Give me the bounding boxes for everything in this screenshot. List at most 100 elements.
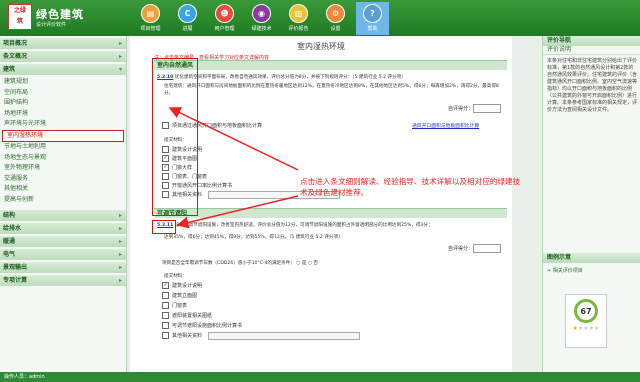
score-badge: 67	[574, 299, 598, 323]
checkbox-icon	[162, 292, 169, 299]
status-bar: 操作人员：admin	[0, 372, 640, 382]
chevron-icon: ▸	[118, 225, 122, 232]
clause-text: 5.2.10 优化建筑空间和平面布局，改善自然通风效果，评价总分值为8分，并按下…	[157, 74, 497, 81]
file-upload-field[interactable]	[208, 332, 360, 340]
section-natural-ventilation: 室内自然通风	[154, 60, 507, 70]
sidebar-group[interactable]: 给排水 ▸	[0, 223, 126, 234]
score-input[interactable]	[473, 244, 502, 253]
file-checkbox[interactable]: 建筑立面图	[162, 292, 197, 299]
nav-settings[interactable]: ⚙ 设置	[319, 2, 352, 35]
right-panel: 评价导航 评价说明 本条对住宅和非住宅建筑分别给出了评价标准，第1款的自然通风设…	[542, 36, 640, 372]
folder-icon: ▤	[141, 4, 160, 23]
clause-text-2: 住宅建筑：通风开口面积与房间地板面积的比例在夏热冬暖地区达到12%，在夏热冬冷地…	[164, 84, 499, 96]
score-field: 自评得分：	[448, 104, 502, 113]
sidebar-item[interactable]: 建筑规划	[0, 77, 126, 88]
checkbox-icon	[162, 322, 169, 329]
score-field: 自评得分：	[448, 244, 502, 253]
file-checkbox[interactable]: 遮阳装置相关图纸	[162, 312, 212, 319]
group-label: 专项计算	[3, 277, 28, 284]
top-nav: ▤ 项目管理 C 进展 ☻ 用户管理 ◉ 绿建技术 ▥ 评价报告 ⚙ 设置 ? 帮助	[134, 2, 393, 35]
sidebar-group[interactable]: 结构 ▸	[0, 210, 126, 221]
radio-no[interactable]: ○ 否	[308, 261, 318, 266]
checkbox-label: 遮阳装置相关图纸	[172, 313, 213, 319]
checkbox-icon: ✓	[162, 282, 169, 289]
radio-no-label: 否	[313, 261, 319, 266]
app-title: 绿色建筑	[36, 8, 84, 21]
radio-yes-label: 是	[301, 261, 307, 266]
nav-users[interactable]: ☻ 用户管理	[208, 2, 241, 35]
chevron-icon: ▸	[118, 251, 122, 258]
checkbox-label: 其他相关资料	[172, 333, 203, 339]
star-rating: ★★★★★	[572, 325, 600, 332]
group-label: 项目概况	[3, 40, 28, 47]
clause-desc: 设置可调节遮阳设施，改善室内热舒适，评价总分值为12分，可调节遮阳设施的面积占外…	[174, 223, 433, 228]
checkbox-icon	[162, 302, 169, 309]
sidebar-item[interactable]: 声环境与光环境	[0, 119, 126, 130]
chevron-icon: ▸	[118, 264, 122, 271]
sidebar-item[interactable]: 场地生态与景观	[0, 153, 126, 164]
group-label: 结构	[3, 212, 16, 219]
group-label: 给排水	[3, 225, 22, 232]
section-adjustable-shading: 可调节遮阳	[154, 208, 507, 218]
group-label: 暖通	[3, 238, 16, 245]
sidebar-group[interactable]: 暖通 ▸	[0, 236, 126, 247]
nav-progress[interactable]: C 进展	[171, 2, 204, 35]
cdd-label: 项目是否全年需调节日数（CDD26）值小于10°C·d的满足条件：	[162, 261, 295, 266]
nav-label: 评价报告	[288, 26, 309, 32]
sidebar-item[interactable]: 提高与创新	[0, 195, 126, 206]
nav-report[interactable]: ▥ 评价报告	[282, 2, 315, 35]
page-title: 室内湿热环境	[297, 42, 345, 51]
leaf-icon: ❧	[547, 268, 552, 274]
sidebar-group-clauses[interactable]: 条文概况 ▸	[0, 51, 126, 62]
panel-header: 评价导航	[543, 36, 640, 46]
radio-yes[interactable]: ○ 是	[296, 261, 306, 266]
chevron-icon: ▸	[118, 212, 122, 219]
sidebar-group-overview[interactable]: 项目概况 ▸	[0, 38, 126, 49]
chevron-icon: ▸	[118, 53, 122, 60]
nav-project[interactable]: ▤ 项目管理	[134, 2, 167, 35]
files-label: 提交材料：	[164, 274, 187, 279]
sidebar-group-architecture[interactable]: 建筑 ▾	[0, 64, 126, 75]
checkbox-label: 建筑立面图	[172, 293, 198, 299]
file-checkbox[interactable]: 可调节遮阳设施面积比例计算书	[162, 322, 242, 329]
sidebar-item[interactable]: 交通服务	[0, 174, 126, 185]
group-label: 条文概况	[3, 53, 28, 60]
sidebar-item[interactable]: 围护结构	[0, 98, 126, 109]
sidebar-group[interactable]: 景观输出 ▸	[0, 262, 126, 273]
sidebar-group[interactable]: 电气 ▸	[0, 249, 126, 260]
chevron-down-icon: ▾	[118, 66, 122, 73]
legend-item[interactable]: ❧ 相关评价项目	[543, 263, 640, 278]
group-label: 建筑	[3, 66, 16, 73]
nav-help[interactable]: ? 帮助	[356, 2, 389, 35]
sidebar-item-active[interactable]: 室内湿热环境	[2, 129, 124, 142]
sidebar-item[interactable]: 场地环境	[0, 109, 126, 120]
user-icon: ☻	[215, 4, 234, 23]
score-label: 自评得分：	[448, 106, 474, 112]
nav-label: 设置	[330, 26, 341, 32]
nav-label: 项目管理	[140, 26, 161, 32]
score-input[interactable]	[473, 104, 502, 113]
group-label: 景观输出	[3, 264, 28, 271]
nav-label: 进展	[182, 26, 193, 32]
checkbox-label: 可调节遮阳设施面积比例计算书	[172, 323, 243, 329]
file-checkbox[interactable]: 其他相关资料	[162, 332, 202, 339]
sidebar-item[interactable]: 其他相关	[0, 184, 126, 195]
nav-label: 帮助	[367, 26, 378, 32]
calc-link[interactable]: 通风开口面积与地板面积比计算	[412, 122, 479, 129]
file-checkbox[interactable]: 门窗表	[162, 302, 187, 309]
c-icon: C	[178, 4, 197, 23]
sidebar-group[interactable]: 专项计算 ▸	[0, 275, 126, 286]
nav-green-tech[interactable]: ◉ 绿建技术	[245, 2, 278, 35]
help-icon: ?	[363, 4, 382, 23]
sidebar-item[interactable]: 空间布局	[0, 88, 126, 99]
legend-label: 相关评价项目	[552, 268, 583, 274]
file-checkbox[interactable]: ✓ 建筑设计说明	[162, 282, 202, 289]
group-label: 电气	[3, 251, 16, 258]
highlight-box	[152, 220, 176, 234]
globe-icon: ◉	[252, 4, 271, 23]
main-panel: 室内湿热环境 注：点击条文编号，查看相关学习对应条文详解内容 室内自然通风 5.…	[130, 36, 512, 372]
nav-label: 绿建技术	[251, 26, 272, 32]
sidebar-item[interactable]: 节地与土地利用	[0, 142, 126, 153]
sidebar-item[interactable]: 室外物理环境	[0, 163, 126, 174]
panel-subheader: 评价说明	[543, 46, 640, 55]
